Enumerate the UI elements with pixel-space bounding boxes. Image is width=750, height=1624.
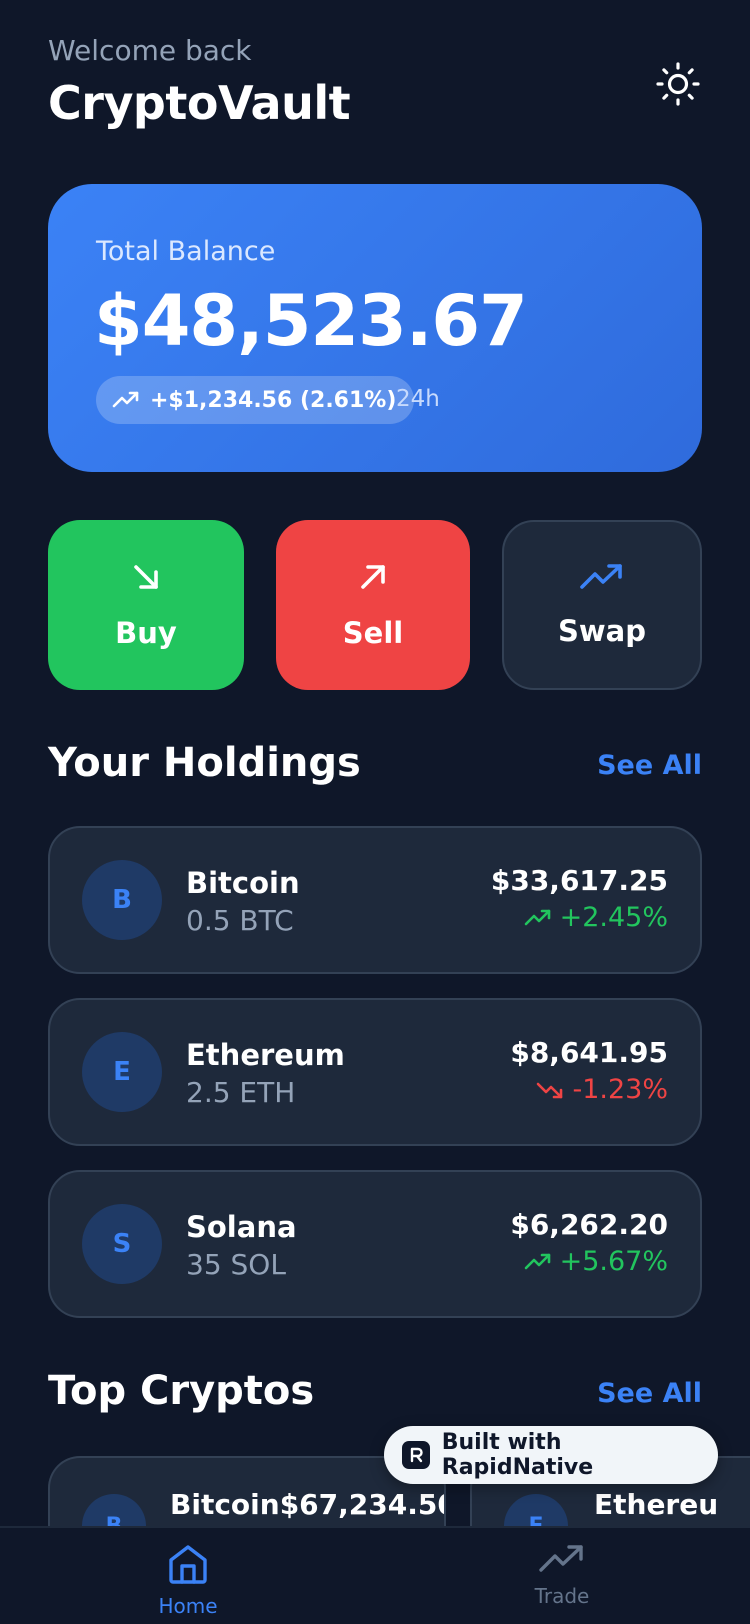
balance-card: Total Balance $48,523.67 +$1,234.56 (2.6… <box>48 184 702 472</box>
balance-label: Total Balance <box>96 236 276 267</box>
holdings-see-all-link[interactable]: See All <box>597 750 702 781</box>
trending-up-icon <box>112 391 139 408</box>
balance-change-text: +$1,234.56 (2.61%) <box>150 387 397 413</box>
sun-icon <box>656 62 700 106</box>
trending-up-icon <box>580 564 622 589</box>
built-with-badge[interactable]: Built with RapidNative <box>384 1426 718 1484</box>
sell-label: Sell <box>342 616 404 650</box>
coin-quantity: 2.5 ETH <box>186 1076 296 1109</box>
coin-avatar: S <box>82 1204 162 1284</box>
coin-change-text: +5.67% <box>559 1246 668 1277</box>
coin-quantity: 35 SOL <box>186 1248 286 1281</box>
trending-up-icon <box>524 909 550 925</box>
coin-value: $33,617.25 <box>490 864 668 897</box>
buy-label: Buy <box>115 616 177 650</box>
swap-button[interactable]: Swap <box>502 520 702 690</box>
welcome-text: Welcome back <box>48 34 252 67</box>
coin-quantity: 0.5 BTC <box>186 904 294 937</box>
top-cryptos-see-all-link[interactable]: See All <box>597 1378 702 1409</box>
arrow-down-right-icon <box>134 565 158 589</box>
coin-value: $6,262.20 <box>510 1208 668 1241</box>
coin-avatar: B <box>82 860 162 940</box>
coin-name: Solana <box>186 1210 297 1244</box>
coin-value: $8,641.95 <box>510 1036 668 1069</box>
coin-change: +2.45% <box>524 902 668 933</box>
coin-name: Ethereum <box>186 1038 345 1072</box>
sell-button[interactable]: Sell <box>276 520 470 690</box>
trending-up-icon <box>524 1253 550 1269</box>
rapidnative-logo-icon <box>402 1441 430 1469</box>
holding-row[interactable]: S Solana 35 SOL $6,262.20 +5.67% <box>48 1170 702 1318</box>
balance-amount: $48,523.67 <box>94 280 528 362</box>
holdings-title: Your Holdings <box>48 740 361 786</box>
built-with-text: Built with RapidNative <box>441 1430 594 1480</box>
home-icon <box>169 1545 207 1584</box>
coin-change: +5.67% <box>524 1246 668 1277</box>
coin-change: -1.23% <box>536 1074 668 1105</box>
coin-avatar: E <box>82 1032 162 1112</box>
nav-item-trade[interactable]: Trade <box>482 1542 642 1608</box>
arrow-up-right-icon <box>361 565 385 589</box>
balance-change-badge: +$1,234.56 (2.61%) <box>96 376 415 424</box>
coin-change-text: +2.45% <box>559 902 668 933</box>
nav-label-home: Home <box>158 1594 218 1618</box>
app-title: CryptoVault <box>48 76 351 130</box>
holding-row[interactable]: E Ethereum 2.5 ETH $8,641.95 -1.23% <box>48 998 702 1146</box>
nav-item-home[interactable]: Home <box>108 1542 268 1618</box>
top-crypto-text: Ethereu <box>594 1488 719 1521</box>
coin-change-text: -1.23% <box>572 1074 668 1105</box>
buy-button[interactable]: Buy <box>48 520 244 690</box>
holding-row[interactable]: B Bitcoin 0.5 BTC $33,617.25 +2.45% <box>48 826 702 974</box>
theme-toggle-button[interactable] <box>652 58 704 110</box>
trending-up-icon <box>539 1545 583 1572</box>
balance-period: 24h <box>396 386 440 412</box>
swap-label: Swap <box>557 614 646 648</box>
nav-label-trade: Trade <box>534 1584 590 1608</box>
bottom-navigation: Home Trade <box>0 1526 750 1624</box>
top-crypto-text: Bitcoin$67,234.50 <box>170 1488 446 1521</box>
trending-down-icon <box>537 1082 563 1098</box>
top-cryptos-title: Top Cryptos <box>48 1368 315 1414</box>
coin-name: Bitcoin <box>186 866 300 900</box>
